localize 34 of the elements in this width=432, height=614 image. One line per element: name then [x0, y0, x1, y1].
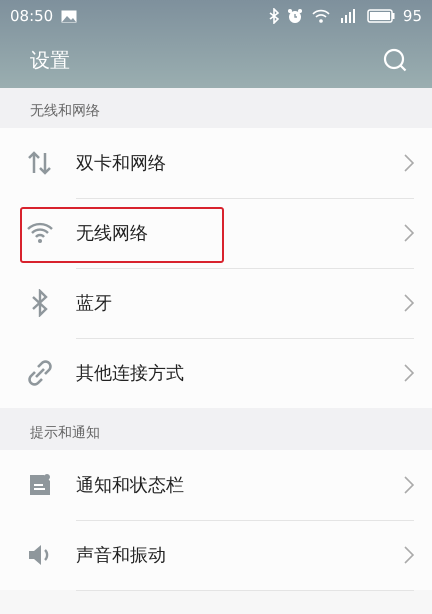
section-title: 提示和通知	[30, 424, 100, 442]
chevron-icon	[404, 224, 414, 242]
chevron-icon	[404, 294, 414, 312]
settings-item[interactable]: 蓝牙	[0, 268, 432, 338]
link-icon	[27, 360, 53, 386]
image-icon	[61, 10, 78, 22]
page-title: 设置	[30, 46, 70, 74]
settings-item[interactable]: 无线网络	[0, 198, 432, 268]
item-label: 声音和振动	[76, 544, 167, 566]
item-label: 蓝牙	[76, 292, 113, 314]
item-label: 无线网络	[76, 222, 149, 244]
notification-icon	[28, 473, 52, 497]
settings-item[interactable]: 其他连接方式	[0, 338, 432, 408]
settings-item[interactable]: 双卡和网络	[0, 128, 432, 198]
wifi-icon	[310, 8, 331, 24]
item-label: 双卡和网络	[76, 152, 167, 174]
status-time: 08:50	[10, 7, 54, 25]
chevron-icon	[404, 364, 414, 382]
item-label: 其他连接方式	[76, 362, 185, 385]
bluetooth-icon	[268, 8, 279, 24]
chevron-icon	[404, 476, 414, 494]
settings-item[interactable]: 声音和振动	[0, 520, 432, 590]
wifi-icon	[26, 222, 54, 244]
alarm-icon	[286, 8, 303, 24]
section-title: 无线和网络	[30, 102, 100, 120]
settings-item[interactable]: 通知和状态栏	[0, 450, 432, 520]
battery-icon	[366, 9, 395, 23]
bluetooth-icon	[30, 289, 50, 317]
chevron-icon	[404, 546, 414, 564]
arrows-icon	[27, 151, 53, 175]
item-label: 通知和状态栏	[76, 474, 185, 496]
battery-level: 95	[402, 7, 422, 25]
chevron-icon	[404, 154, 414, 172]
search-icon[interactable]	[382, 47, 408, 73]
